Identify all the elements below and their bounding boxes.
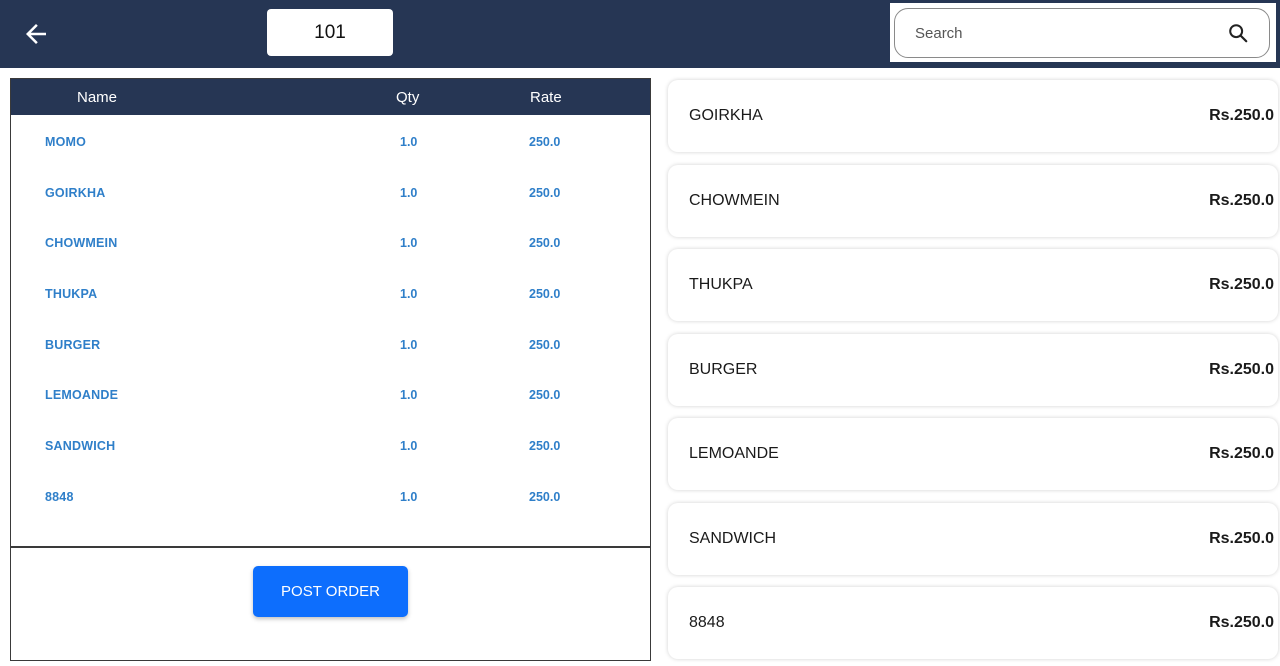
table-number-field[interactable]: 101 (267, 9, 393, 56)
table-row[interactable]: CHOWMEIN 1.0 250.0 (11, 216, 650, 266)
order-table-body: MOMO 1.0 250.0 GOIRKHA 1.0 250.0 CHOWMEI… (11, 115, 650, 546)
column-header-name: Name (77, 89, 118, 106)
row-item-name: GOIRKHA (45, 186, 106, 200)
row-item-qty: 1.0 (400, 186, 418, 200)
table-row[interactable]: LEMOANDE 1.0 250.0 (11, 368, 650, 418)
order-panel: Name Qty Rate MOMO 1.0 250.0 GOIRKHA 1.0… (10, 78, 651, 661)
menu-item-price: Rs.250.0 (1209, 614, 1274, 631)
menu-item-price: Rs.250.0 (1209, 107, 1274, 124)
search-box (894, 8, 1270, 58)
row-item-qty: 1.0 (400, 338, 418, 352)
menu-item-name: 8848 (689, 614, 725, 631)
menu-item-price: Rs.250.0 (1209, 445, 1274, 462)
row-item-rate: 250.0 (529, 338, 561, 352)
order-table-header: Name Qty Rate (11, 79, 650, 115)
menu-item-name: CHOWMEIN (689, 192, 780, 209)
row-item-qty: 1.0 (400, 439, 418, 453)
search-icon[interactable] (1227, 22, 1249, 44)
search-input[interactable] (915, 9, 1215, 57)
menu-item-name: SANDWICH (689, 530, 777, 547)
row-item-name: LEMOANDE (45, 388, 119, 402)
back-arrow-icon (26, 24, 46, 44)
row-item-qty: 1.0 (400, 287, 418, 301)
menu-item-price: Rs.250.0 (1209, 530, 1274, 547)
row-item-qty: 1.0 (400, 490, 418, 504)
row-item-qty: 1.0 (400, 236, 418, 250)
back-button[interactable] (16, 14, 56, 54)
column-header-rate: Rate (530, 89, 562, 106)
row-item-rate: 250.0 (529, 186, 561, 200)
row-item-rate: 250.0 (529, 287, 561, 301)
row-item-qty: 1.0 (400, 388, 418, 402)
menu-item-name: LEMOANDE (689, 445, 779, 462)
table-row[interactable]: 8848 1.0 250.0 (11, 470, 650, 520)
menu-item-card[interactable]: LEMOANDE Rs.250.0 (668, 418, 1278, 490)
top-app-bar: 101 (0, 0, 1280, 68)
row-item-name: SANDWICH (45, 439, 116, 453)
order-divider (11, 546, 650, 548)
row-item-name: MOMO (45, 135, 87, 149)
menu-item-price: Rs.250.0 (1209, 361, 1274, 378)
row-item-name: THUKPA (45, 287, 98, 301)
search-container (890, 3, 1276, 62)
menu-item-card[interactable]: THUKPA Rs.250.0 (668, 249, 1278, 321)
row-item-qty: 1.0 (400, 135, 418, 149)
table-row[interactable]: SANDWICH 1.0 250.0 (11, 419, 650, 469)
row-item-rate: 250.0 (529, 439, 561, 453)
table-row[interactable]: BURGER 1.0 250.0 (11, 318, 650, 368)
row-item-rate: 250.0 (529, 236, 561, 250)
menu-item-name: BURGER (689, 361, 758, 378)
table-row[interactable]: THUKPA 1.0 250.0 (11, 267, 650, 317)
table-row[interactable]: GOIRKHA 1.0 250.0 (11, 166, 650, 216)
row-item-rate: 250.0 (529, 490, 561, 504)
row-item-rate: 250.0 (529, 388, 561, 402)
column-header-qty: Qty (396, 89, 420, 106)
menu-item-card[interactable]: GOIRKHA Rs.250.0 (668, 80, 1278, 152)
menu-item-name: GOIRKHA (689, 107, 763, 124)
menu-item-price: Rs.250.0 (1209, 192, 1274, 209)
row-item-name: CHOWMEIN (45, 236, 118, 250)
menu-item-card[interactable]: BURGER Rs.250.0 (668, 334, 1278, 406)
menu-item-name: THUKPA (689, 276, 753, 293)
menu-item-card[interactable]: 8848 Rs.250.0 (668, 587, 1278, 659)
row-item-name: BURGER (45, 338, 101, 352)
menu-item-card[interactable]: SANDWICH Rs.250.0 (668, 503, 1278, 575)
menu-item-price: Rs.250.0 (1209, 276, 1274, 293)
post-order-button[interactable]: POST ORDER (253, 566, 408, 617)
menu-item-card[interactable]: CHOWMEIN Rs.250.0 (668, 165, 1278, 237)
table-row[interactable]: MOMO 1.0 250.0 (11, 115, 650, 165)
row-item-rate: 250.0 (529, 135, 561, 149)
row-item-name: 8848 (45, 490, 74, 504)
